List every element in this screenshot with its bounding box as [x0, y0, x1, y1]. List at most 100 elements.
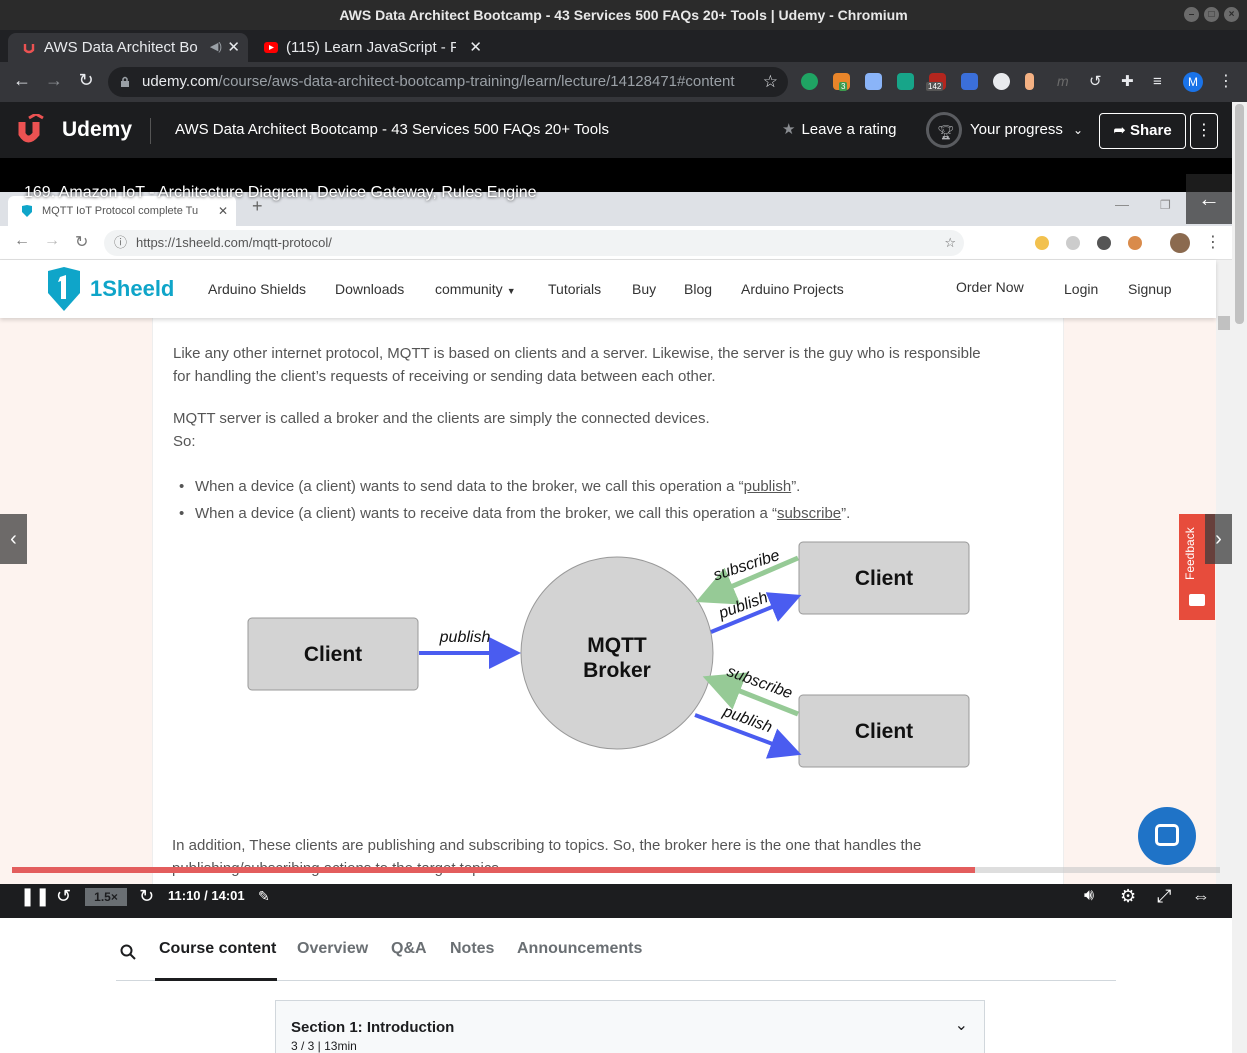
site-navbar: 1Sheeld Arduino Shields Downloads commun…: [0, 260, 1216, 318]
collapse-sidebar-button[interactable]: ←: [1186, 174, 1232, 224]
nav-community: community ▼: [435, 260, 516, 320]
course-title[interactable]: AWS Data Architect Bootcamp - 43 Service…: [175, 102, 609, 158]
url-host: udemy.com: [142, 73, 219, 90]
extension-icon[interactable]: 142: [926, 73, 946, 91]
pause-button[interactable]: ❚❚: [20, 884, 50, 908]
caret-down-icon: ▼: [506, 286, 516, 296]
minimize-button[interactable]: –: [1184, 7, 1199, 22]
nav-login: Login: [1064, 281, 1099, 297]
paragraph-3-text: In addition, These clients are publishin…: [172, 834, 1042, 880]
fullscreen-icon[interactable]: ⤢: [1157, 884, 1171, 908]
paragraph-1: Like any other internet protocol, MQTT i…: [173, 342, 1043, 388]
media-control-icon[interactable]: ≡: [1153, 73, 1170, 90]
active-tab-underline: [155, 978, 277, 981]
video-player[interactable]: 169. Amazon IoT - Architecture Diagram, …: [0, 158, 1232, 884]
youtube-favicon-icon: [264, 42, 278, 53]
udemy-logo[interactable]: Udemy: [16, 112, 132, 148]
tab-youtube[interactable]: (115) Learn JavaScript - Fu ✕: [250, 33, 490, 62]
forward-skip-icon[interactable]: ↻: [139, 884, 154, 908]
tab-announcements[interactable]: Announcements: [517, 940, 642, 958]
tab-udemy[interactable]: AWS Data Architect Bo ◀) ✕: [8, 33, 248, 62]
more-options-button[interactable]: ⋮: [1190, 113, 1218, 149]
leave-rating-button[interactable]: ★ Leave a rating: [782, 102, 897, 158]
tab-audio-icon[interactable]: ◀): [210, 33, 222, 62]
extension-icon[interactable]: [897, 73, 914, 90]
extension-icon[interactable]: [961, 73, 978, 90]
inner-back-icon: ←: [14, 232, 30, 249]
tab-overview[interactable]: Overview: [297, 940, 368, 958]
progress-dropdown[interactable]: 🏆︎ Your progress ⌄: [926, 112, 1083, 148]
inner-scroll-thumb: [1218, 316, 1230, 330]
forward-icon[interactable]: →: [42, 70, 66, 91]
inner-forward-icon: →: [44, 232, 60, 249]
trophy-icon: 🏆︎: [926, 112, 962, 148]
udemy-favicon-icon: [23, 44, 35, 54]
tab-course-content[interactable]: Course content: [159, 940, 276, 958]
inner-extension-icon: [1097, 236, 1111, 250]
extension-icon[interactable]: [1025, 73, 1034, 90]
nav-tutorials: Tutorials: [548, 281, 602, 297]
profile-avatar[interactable]: M: [1183, 72, 1203, 92]
notes-icon[interactable]: ✎: [258, 884, 270, 908]
history-extension-icon[interactable]: ↺: [1089, 73, 1106, 90]
progress-label: Your progress: [970, 121, 1063, 138]
extension-badge: 3: [839, 82, 848, 91]
bullet-text: When a device (a client) wants to send d…: [195, 478, 744, 495]
playback-rate-button[interactable]: 1.5×: [85, 888, 127, 906]
volume-icon[interactable]: 🔊︎: [1084, 884, 1094, 908]
grammarly-extension-icon[interactable]: [801, 73, 818, 90]
address-bar[interactable]: udemy.com/course/aws-data-architect-boot…: [108, 67, 788, 97]
mqtt-diagram: Client MQTT Broker Client Client publish…: [247, 541, 970, 768]
extension-icon[interactable]: [993, 73, 1010, 90]
window-title: AWS Data Architect Bootcamp - 43 Service…: [339, 7, 908, 23]
tab-close-icon[interactable]: ✕: [227, 33, 240, 62]
close-window-button[interactable]: ×: [1224, 7, 1239, 22]
search-icon[interactable]: [120, 944, 136, 960]
shield-favicon-icon: [22, 205, 32, 217]
bullet-text: When a device (a client) wants to receiv…: [195, 505, 777, 522]
video-progress-fill: [12, 867, 975, 873]
chevron-down-icon[interactable]: ⌄: [955, 1015, 968, 1035]
maximize-button[interactable]: □: [1204, 7, 1219, 22]
share-icon: ➦: [1113, 122, 1131, 139]
page-scrollbar[interactable]: [1232, 102, 1247, 1053]
back-icon[interactable]: ←: [10, 70, 34, 91]
inner-extension-icon: [1066, 236, 1080, 250]
site-logo: 1Sheeld: [46, 266, 174, 312]
chevron-down-icon: ⌄: [1073, 123, 1084, 137]
nav-order-now: Order Now: [956, 279, 1024, 295]
docs-extension-icon[interactable]: [865, 73, 882, 90]
previous-lecture-button[interactable]: ‹: [0, 514, 27, 564]
inner-menu-icon: ⋮: [1205, 234, 1221, 251]
paragraph-line: MQTT server is called a broker and the c…: [173, 410, 710, 427]
share-button[interactable]: ➦ Share: [1099, 113, 1186, 149]
extension-icon[interactable]: m: [1057, 73, 1074, 90]
tab-qa[interactable]: Q&A: [391, 940, 427, 958]
bookmark-star-icon[interactable]: ☆: [763, 67, 778, 97]
reload-icon[interactable]: ↻: [74, 70, 98, 91]
puzzle-extensions-icon[interactable]: ✚: [1121, 73, 1138, 90]
nav-arduino-shields: Arduino Shields: [208, 281, 307, 297]
list-item: When a device (a client) wants to receiv…: [173, 500, 850, 527]
tab-notes[interactable]: Notes: [450, 940, 494, 958]
paragraph-line: for handling the client’s requests of re…: [173, 368, 716, 385]
video-progress-bar[interactable]: [12, 867, 1220, 873]
settings-gear-icon[interactable]: ⚙: [1120, 884, 1136, 908]
time-display: 11:10 / 14:01: [168, 888, 245, 903]
window-titlebar: AWS Data Architect Bootcamp - 43 Service…: [0, 0, 1247, 30]
section-accordion[interactable]: Section 1: Introduction 3 / 3 | 13min ⌄: [275, 1000, 985, 1053]
nav-signup: Signup: [1128, 281, 1172, 297]
client-label: Client: [855, 567, 913, 590]
page-scroll-thumb[interactable]: [1235, 104, 1244, 324]
browser-menu-icon[interactable]: ⋮: [1218, 73, 1235, 90]
tab-close-icon[interactable]: ✕: [469, 33, 482, 62]
client-label: Client: [304, 643, 362, 666]
next-lecture-button[interactable]: ›: [1205, 514, 1232, 564]
rewind-icon[interactable]: ↺: [56, 884, 71, 908]
udemy-header: Udemy AWS Data Architect Bootcamp - 43 S…: [0, 102, 1232, 158]
udemy-wordmark: Udemy: [62, 118, 133, 141]
extension-icon[interactable]: 3: [833, 73, 850, 91]
paragraph-line: Like any other internet protocol, MQTT i…: [173, 345, 981, 362]
expand-icon[interactable]: ⇔: [1192, 884, 1210, 908]
publish-label: publish: [720, 703, 774, 737]
